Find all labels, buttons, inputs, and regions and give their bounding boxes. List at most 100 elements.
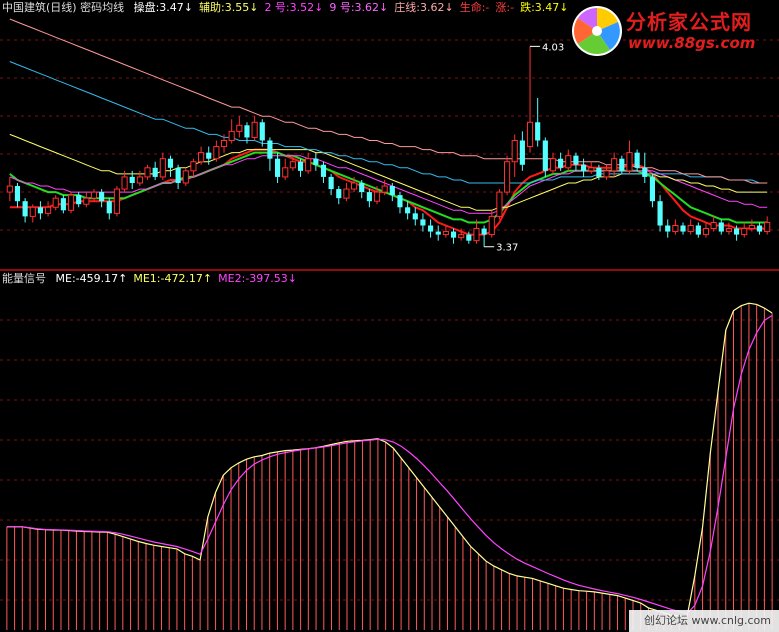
candle-body: [67, 194, 75, 211]
candle-body: [113, 188, 120, 214]
candle-body: [435, 231, 441, 235]
candle-body: [725, 228, 732, 233]
candle-body: [748, 224, 755, 230]
candle-body: [175, 167, 181, 183]
candle-body: [665, 225, 671, 232]
candle-body: [267, 140, 273, 159]
candle-body: [259, 122, 265, 141]
logo-url: www.88gs.com: [628, 34, 756, 52]
candle-body: [297, 161, 304, 171]
candle-body: [244, 125, 250, 138]
candle-body: [412, 213, 418, 220]
candle-body: [359, 182, 365, 193]
top-indicator-value-5: 生命:-: [459, 1, 490, 14]
top-indicator-value-3: 9 号:3.62↓: [329, 1, 389, 14]
candle-body: [672, 224, 679, 233]
candle-body: [558, 158, 564, 168]
top-panel-header: 中国建筑(日线) 密码均线 操盘:3.47↓ 辅助:3.55↓ 2 号:3.52↓ 9…: [2, 1, 581, 15]
candle-body: [106, 201, 112, 214]
candle-body: [228, 130, 235, 141]
candle-body: [450, 231, 457, 238]
top-panel-title: 中国建筑(日线) 密码均线: [2, 1, 125, 14]
candle-body: [642, 167, 648, 177]
candle-body: [473, 228, 480, 242]
candle-body: [428, 225, 434, 232]
annotation-label: 4.03: [542, 42, 564, 53]
candle-body: [702, 228, 710, 236]
candle-body: [52, 197, 59, 208]
candle-body: [389, 186, 395, 196]
candle-body: [573, 155, 579, 165]
top-indicator-value-1: 辅助:3.55↓: [199, 1, 259, 14]
pinwheel-icon: [572, 6, 622, 56]
candle-body: [236, 124, 243, 132]
candle-body: [198, 152, 205, 163]
candle-body: [695, 225, 701, 235]
candle-body: [90, 191, 98, 199]
annotation-label: 3.37: [496, 243, 518, 254]
candle-body: [76, 195, 82, 205]
candle-body: [611, 158, 618, 172]
candle-body: [756, 225, 763, 232]
candle-body: [289, 161, 296, 169]
candle-body: [144, 167, 151, 178]
candle-body: [6, 185, 13, 193]
candle-body: [526, 121, 534, 148]
candle-body: [129, 176, 135, 183]
candle-body: [37, 207, 43, 214]
top-indicator-value-2: 2 号:3.52↓: [264, 1, 324, 14]
candle-body: [565, 155, 572, 169]
candle-body: [190, 161, 197, 172]
candle-body: [305, 158, 312, 172]
candle-body: [60, 198, 66, 211]
candle-body: [159, 158, 166, 178]
candle-body: [496, 191, 503, 217]
candle-body: [488, 215, 495, 236]
candle-body: [619, 158, 625, 171]
candle-body: [220, 139, 228, 148]
candle-body: [328, 176, 334, 190]
candle-body: [466, 234, 472, 241]
bottom-indicator-value-1: ME1:-472.17↑: [133, 272, 213, 285]
candle-body: [542, 140, 548, 171]
candle-body: [29, 206, 36, 217]
bottom-indicator-value-2: ME2:-397.53↓: [218, 272, 297, 285]
candle-body: [83, 197, 90, 205]
candle-body: [373, 191, 381, 202]
candle-body: [22, 201, 28, 217]
candle-body: [251, 121, 258, 138]
candle-body: [282, 167, 289, 178]
candle-body: [182, 170, 189, 184]
candle-body: [458, 234, 465, 239]
candle-body: [596, 167, 602, 177]
logo-title: 分析家公式网: [626, 10, 752, 34]
candle-body: [649, 176, 655, 202]
candle-body: [336, 189, 342, 199]
candle-body: [626, 152, 633, 172]
candle-body: [420, 219, 426, 226]
candle-body: [366, 192, 372, 202]
candle-body: [519, 140, 525, 165]
candle-body: [405, 207, 411, 214]
candle-body: [535, 122, 541, 141]
candle-body: [511, 139, 518, 163]
bottom-indicator-values: ME:-459.17↑ ME1:-472.17↑ ME2:-397.53↓: [56, 272, 303, 285]
candle-body: [634, 152, 640, 168]
candle-body: [504, 161, 511, 193]
bottom-indicator-value-0: ME:-459.17↑: [55, 272, 128, 285]
candle-body: [549, 158, 557, 172]
candle-body: [741, 228, 748, 236]
candle-body: [121, 176, 128, 190]
candle-body: [481, 228, 487, 235]
candle-body: [381, 185, 388, 193]
site-logo: 分析家公式网 www.88gs.com: [570, 2, 775, 60]
candle-body: [397, 195, 403, 208]
watermark-text: 创幻论坛 www.cnlg.com: [643, 614, 771, 627]
candle-body: [581, 164, 587, 171]
top-indicator-values: 操盘:3.47↓ 辅助:3.55↓ 2 号:3.52↓ 9 号:3.62↓ 庄线:3.6…: [134, 1, 575, 14]
candle-body: [718, 222, 724, 232]
top-indicator-value-7: 跌:3.47↓: [520, 1, 569, 14]
candle-body: [657, 201, 663, 226]
candle-body: [343, 188, 350, 199]
candle-body: [603, 170, 610, 178]
